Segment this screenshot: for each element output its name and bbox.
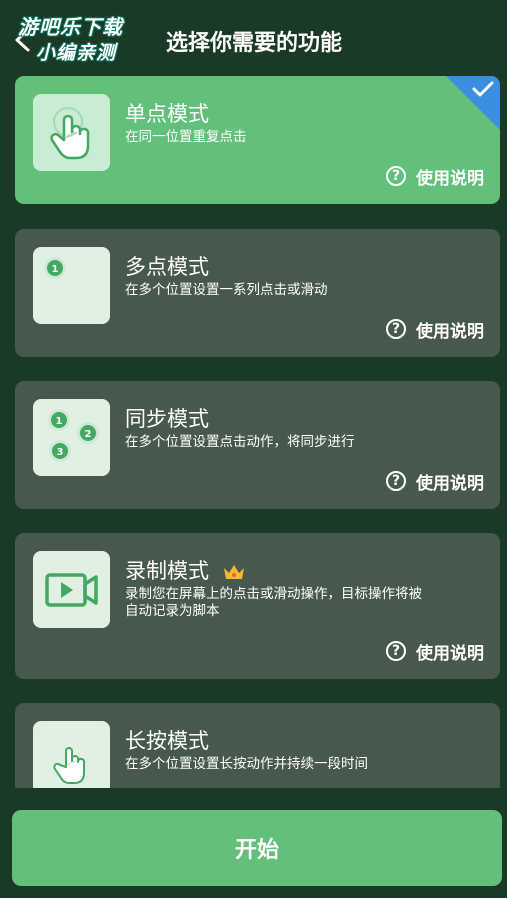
multi-point-icon: 1 [44, 257, 66, 279]
record-mode-icon-box [33, 551, 110, 628]
help-label: 使用说明 [416, 321, 484, 342]
multi-mode-icon-box: 1 [33, 247, 110, 324]
help-link[interactable]: ? 使用说明 [386, 164, 484, 189]
mode-name: 同步模式 [125, 407, 209, 431]
sync-mode-icon-box: 1 2 3 [33, 399, 110, 476]
help-label: 使用说明 [416, 473, 484, 494]
question-circle-icon: ? [386, 319, 406, 339]
question-circle-icon: ? [386, 641, 406, 661]
help-link[interactable]: ? 使用说明 [386, 639, 484, 664]
header: 游吧乐下载 小编亲测 选择你需要的功能 [0, 0, 507, 76]
mode-name: 多点模式 [125, 255, 209, 279]
point-badge-2: 2 [85, 429, 92, 440]
watermark-line1: 游吧乐下载 [18, 15, 123, 39]
question-circle-icon: ? [386, 471, 406, 491]
mode-description: 在多个位置设置点击动作，将同步进行 [125, 434, 355, 450]
point-badge-3: 3 [57, 447, 64, 458]
point-badge-1: 1 [52, 264, 59, 275]
mode-card-record[interactable]: 录制模式 录制您在屏幕上的点击或滑动操作，目标操作将被自动记录为脚本 ? 使用说… [15, 533, 500, 679]
mode-name: 录制模式 [125, 555, 246, 585]
tap-finger-icon [50, 107, 90, 160]
mode-card-multi[interactable]: 1 多点模式 在多个位置设置一系列点击或滑动 ? 使用说明 [15, 229, 500, 357]
mode-card-sync[interactable]: 1 2 3 同步模式 在多个位置设置点击动作，将同步进行 ? 使用说明 [15, 381, 500, 509]
start-button[interactable]: 开始 [12, 810, 502, 886]
single-mode-icon-box [33, 94, 110, 171]
help-link[interactable]: ? 使用说明 [386, 469, 484, 494]
point-badge-1: 1 [56, 416, 63, 427]
page-title: 选择你需要的功能 [166, 31, 343, 56]
mode-list[interactable]: 单点模式 在同一位置重复点击 ? 使用说明 1 多点模式 在多个位置设置一系列点… [0, 76, 507, 788]
watermark: 游吧乐下载 小编亲测 [14, 11, 146, 69]
mode-description: 录制您在屏幕上的点击或滑动操作，目标操作将被自动记录为脚本 [125, 586, 422, 619]
longpress-mode-icon-box [33, 721, 110, 788]
selected-check-icon [446, 76, 500, 130]
watermark-line2: 小编亲测 [36, 42, 117, 64]
mode-card-single[interactable]: 单点模式 在同一位置重复点击 ? 使用说明 [15, 76, 500, 204]
help-link[interactable]: ? 使用说明 [386, 317, 484, 342]
question-circle-icon: ? [386, 166, 406, 186]
crown-icon [223, 565, 244, 579]
help-label: 使用说明 [416, 643, 484, 664]
mode-description: 在多个位置设置一系列点击或滑动 [125, 282, 328, 298]
mode-card-longpress[interactable]: 长按模式 在多个位置设置长按动作并持续一段时间 [15, 703, 500, 788]
long-press-finger-icon [53, 747, 86, 784]
help-label: 使用说明 [416, 168, 484, 189]
mode-description: 在多个位置设置长按动作并持续一段时间 [125, 756, 368, 772]
mode-description: 在同一位置重复点击 [125, 129, 247, 145]
mode-name: 长按模式 [125, 729, 209, 753]
mode-name-text: 录制模式 [125, 559, 209, 583]
mode-name: 单点模式 [125, 102, 209, 126]
sync-points-icon: 1 2 3 [48, 409, 99, 462]
video-record-icon [45, 573, 98, 607]
